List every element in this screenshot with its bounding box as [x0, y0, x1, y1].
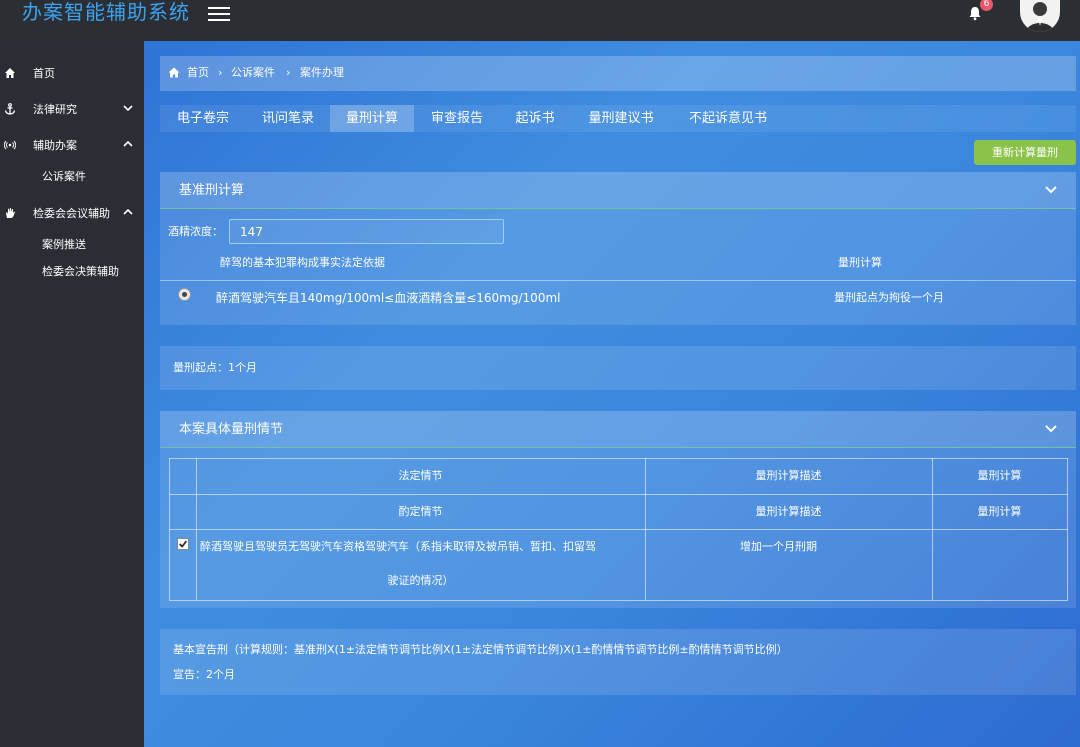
breadcrumb-separator: › — [286, 66, 291, 79]
chevron-down-icon[interactable] — [1044, 424, 1058, 434]
notification-badge: 6 — [980, 0, 993, 11]
breadcrumb-separator: › — [218, 66, 223, 79]
circumstance-row-text: 醉酒驾驶且驾驶员无驾驶汽车资格驾驶汽车（系指未取得及被吊销、暂扣、扣留驾 — [200, 540, 596, 553]
main-content: 首页 › 公诉案件 › 案件办理 电子卷宗 讯问笔录 量刑计算 审查报告 起诉书… — [144, 41, 1080, 747]
grid-line — [169, 600, 1068, 601]
calc-row-text: 量刑起点为拘役一个月 — [834, 291, 944, 304]
panel-header: 本案具体量刑情节 — [160, 411, 1076, 448]
tab-sentencing-proposal[interactable]: 量刑建议书 — [570, 105, 672, 132]
sentence-panel: 基本宣告刑（计算规则：基准刑X(1±法定情节调节比例X(1±法定情节调节比例)X… — [160, 629, 1076, 695]
broadcast-icon — [4, 140, 16, 150]
sidebar-item-label: 辅助办案 — [33, 139, 77, 152]
grid-line — [1067, 458, 1068, 600]
sidebar-item-legal-research[interactable]: 法律研究 — [0, 97, 144, 125]
grid-line — [169, 529, 1068, 530]
breadcrumb-level2-link[interactable]: 公诉案件 — [231, 65, 275, 81]
tab-sentencing-calc[interactable]: 量刑计算 — [330, 105, 414, 132]
calc-header: 量刑计算 — [977, 469, 1022, 482]
calc-header: 量刑计算 — [977, 505, 1022, 518]
anchor-icon — [4, 103, 16, 115]
statutory-header: 法定情节 — [398, 469, 443, 482]
discretionary-header: 酌定情节 — [398, 505, 443, 518]
grid-line — [169, 458, 1068, 459]
sidebar-subitem-decision-assist[interactable]: 检委会决策辅助 — [42, 264, 119, 280]
base-calc-panel: 基准刑计算 酒精浓度： 醉驾的基本犯罪构成事实法定依据 量刑计算 醉酒驾驶汽车且… — [160, 172, 1076, 325]
chevron-down-icon[interactable] — [1044, 185, 1058, 195]
hand-icon — [6, 208, 15, 218]
breadcrumb-home-link[interactable]: 首页 — [187, 65, 209, 81]
sidebar-item-label: 法律研究 — [33, 103, 77, 116]
tab-bar: 电子卷宗 讯问笔录 量刑计算 审查报告 起诉书 量刑建议书 不起诉意见书 — [160, 105, 1076, 132]
basis-radio[interactable] — [178, 288, 191, 301]
circumstance-checkbox[interactable] — [177, 538, 189, 550]
menu-toggle-icon[interactable] — [208, 4, 230, 22]
breadcrumb: 首页 › 公诉案件 › 案件办理 — [160, 56, 1076, 91]
panel-header: 基准刑计算 — [160, 172, 1076, 209]
sidebar: 首页 法律研究 辅助办案 公诉案件 检委会会议辅助 案例推送 检委会决策辅助 — [0, 41, 144, 747]
divider — [160, 280, 1076, 281]
desc-header: 量刑计算描述 — [755, 469, 822, 482]
alcohol-input[interactable] — [229, 219, 504, 244]
app-title: 办案智能辅助系统 — [22, 0, 190, 24]
circumstance-row-desc: 增加一个月刑期 — [740, 540, 817, 553]
col-header-calc: 量刑计算 — [838, 256, 882, 269]
recalc-sentence-button[interactable]: 重新计算量刑 — [974, 140, 1076, 165]
sidebar-item-label: 检委会会议辅助 — [33, 207, 110, 220]
grid-line — [169, 458, 170, 600]
chevron-up-icon — [123, 140, 133, 147]
desc-header: 量刑计算描述 — [755, 505, 822, 518]
breadcrumb-current: 案件办理 — [300, 66, 344, 79]
sentence-rule-text: 基本宣告刑（计算规则：基准刑X(1±法定情节调节比例X(1±法定情节调节比例)X… — [173, 643, 788, 656]
sidebar-item-committee-meeting[interactable]: 检委会会议辅助 — [0, 201, 144, 229]
home-icon — [168, 67, 180, 78]
sentence-result-text: 宣告：2个月 — [173, 668, 235, 681]
chevron-up-icon — [123, 208, 133, 215]
sidebar-item-home[interactable]: 首页 — [0, 61, 144, 89]
basis-row-text: 醉酒驾驶汽车且140mg/100ml≤血液酒精含量≤160mg/100ml — [216, 291, 561, 305]
circumstances-panel: 本案具体量刑情节 法定情节 量刑计算描述 量刑计算 酌定情节 量刑计算描述 量刑… — [160, 411, 1076, 608]
chevron-down-icon — [123, 105, 133, 112]
alcohol-label: 酒精浓度： — [168, 225, 223, 238]
start-point-panel: 量刑起点：1个月 — [160, 346, 1076, 390]
tab-electronic-file[interactable]: 电子卷宗 — [160, 105, 246, 132]
col-header-basis: 醉驾的基本犯罪构成事实法定依据 — [220, 256, 385, 269]
sidebar-subitem-public-prosecution[interactable]: 公诉案件 — [42, 169, 86, 185]
top-bar: 办案智能辅助系统 6 — [0, 0, 1080, 41]
sidebar-item-label: 首页 — [33, 67, 55, 80]
sidebar-item-case-assist[interactable]: 辅助办案 — [0, 133, 144, 161]
avatar[interactable] — [1020, 0, 1060, 32]
circumstance-row-text-cont: 驶证的情况） — [387, 574, 454, 587]
sidebar-subitem-case-push[interactable]: 案例推送 — [42, 237, 86, 253]
tab-interrogation-record[interactable]: 讯问笔录 — [246, 105, 330, 132]
home-icon — [5, 68, 15, 78]
start-point-text: 量刑起点：1个月 — [173, 361, 257, 374]
grid-line — [169, 494, 1068, 495]
tab-indictment[interactable]: 起诉书 — [500, 105, 570, 132]
tab-non-prosecution-opinion[interactable]: 不起诉意见书 — [672, 105, 784, 132]
panel-title: 基准刑计算 — [179, 183, 245, 198]
panel-title: 本案具体量刑情节 — [179, 422, 284, 437]
tab-review-report[interactable]: 审查报告 — [414, 105, 500, 132]
